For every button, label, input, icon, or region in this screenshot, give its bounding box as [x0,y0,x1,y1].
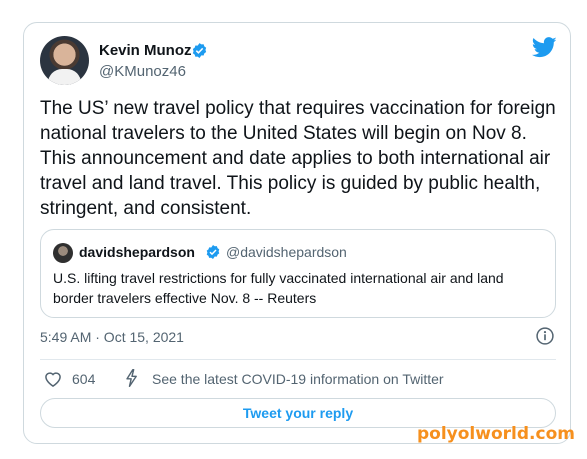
twitter-bird-icon[interactable] [532,37,557,58]
quoted-avatar [53,243,73,263]
lightning-bolt-icon [126,368,137,388]
covid-info-link[interactable]: See the latest COVID-19 information on T… [152,371,444,387]
quoted-tweet[interactable]: davidshepardson @davidshepardson U.S. li… [40,229,556,318]
divider [40,359,556,360]
tweet-text: The US’ new travel policy that requires … [40,98,556,219]
verified-badge-icon [192,43,207,58]
quoted-author-handle: @davidshepardson [226,244,347,260]
watermark: polyolworld.com [417,424,575,444]
tweet-card: Kevin Munoz @KMunoz46 The US’ new travel… [23,22,571,444]
author-handle[interactable]: @KMunoz46 [99,63,186,80]
quoted-author-name: davidshepardson [79,244,195,260]
author-name[interactable]: Kevin Munoz [99,42,192,59]
quoted-tweet-text: U.S. lifting travel restrictions for ful… [53,270,504,306]
author-avatar[interactable] [40,36,89,85]
heart-icon[interactable] [43,369,63,389]
verified-badge-icon [206,245,220,259]
like-count[interactable]: 604 [72,371,95,387]
tweet-timestamp[interactable]: 5:49 AM · Oct 15, 2021 [40,329,184,345]
info-icon[interactable] [535,326,555,346]
